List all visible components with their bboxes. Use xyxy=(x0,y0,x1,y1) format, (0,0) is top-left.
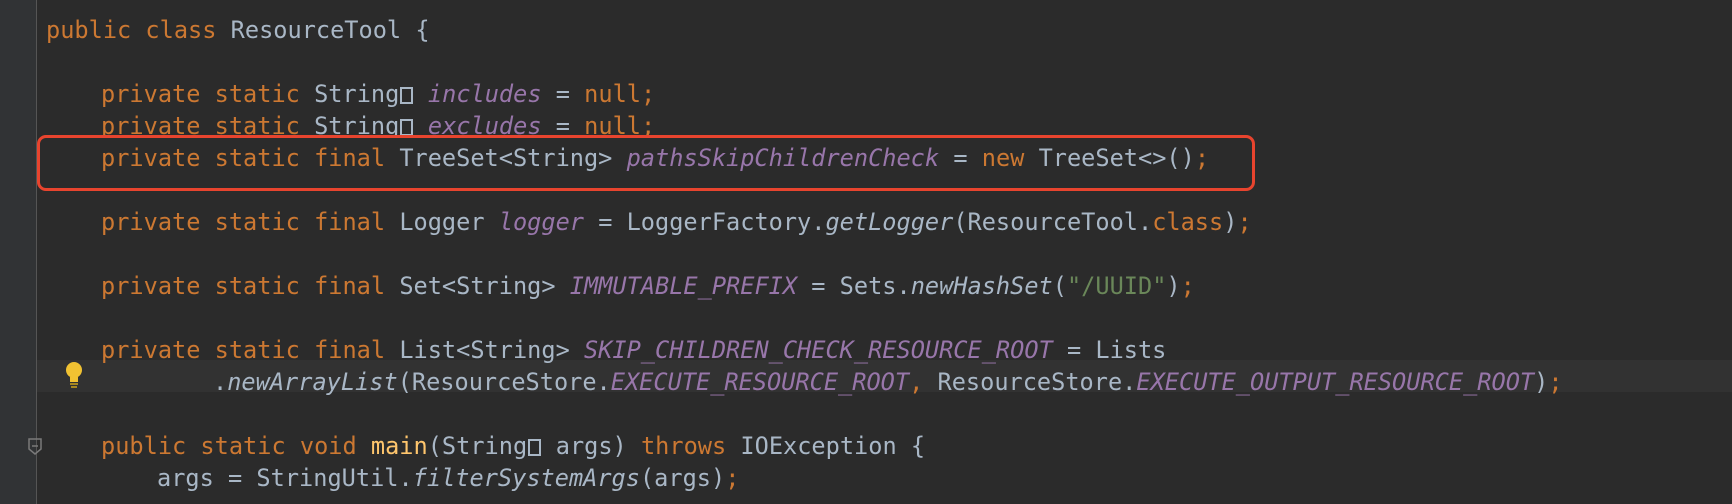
code-token: , xyxy=(909,368,938,396)
code-token: = Sets. xyxy=(797,272,911,300)
code-token: ; xyxy=(725,464,740,492)
code-token: . xyxy=(213,368,228,396)
editor-gutter[interactable] xyxy=(0,0,36,504)
code-token: null xyxy=(584,112,641,136)
code-token: ( xyxy=(1052,272,1067,300)
code-line[interactable]: public class ResourceTool { xyxy=(46,14,430,46)
code-token: String xyxy=(314,80,400,108)
code-token: IMMUTABLE_PREFIX xyxy=(569,272,798,300)
code-token: ; xyxy=(641,80,656,108)
code-token: ; xyxy=(1237,208,1252,236)
array-brackets-glyph xyxy=(400,118,413,136)
code-token: public class xyxy=(46,16,231,44)
code-token: private static xyxy=(101,112,315,136)
code-token: = Lists xyxy=(1052,336,1167,364)
code-token: newArrayList xyxy=(227,368,398,396)
code-token: private static final xyxy=(101,208,400,236)
code-token: "/UUID" xyxy=(1066,272,1167,300)
code-token: (String xyxy=(427,432,528,460)
code-token: = LoggerFactory. xyxy=(583,208,826,236)
code-token: ; xyxy=(1548,368,1563,396)
code-token: ResourceStore. xyxy=(937,368,1137,396)
code-token: newHashSet xyxy=(910,272,1053,300)
code-line[interactable]: private static String includes = null; xyxy=(101,78,655,110)
code-token: ) xyxy=(1166,272,1181,300)
code-line[interactable]: .newArrayList(ResourceStore.EXECUTE_RESO… xyxy=(213,366,1563,398)
lightbulb-icon[interactable] xyxy=(63,359,85,389)
code-token: private static final xyxy=(101,336,400,364)
code-token: throws xyxy=(640,432,741,460)
code-token: public static void xyxy=(101,432,371,460)
code-token: ; xyxy=(1180,272,1195,300)
code-token: EXECUTE_OUTPUT_RESOURCE_ROOT xyxy=(1136,368,1535,396)
code-line[interactable]: public static void main(String args) thr… xyxy=(101,430,925,462)
code-token: null xyxy=(584,80,641,108)
code-line[interactable]: private static final Logger logger = Log… xyxy=(101,206,1252,238)
code-token: = xyxy=(541,80,585,108)
code-token: (args) xyxy=(639,464,726,492)
code-token: logger xyxy=(498,208,584,236)
code-token: ; xyxy=(641,112,656,136)
code-token: String xyxy=(314,112,400,136)
code-token: args = StringUtil. xyxy=(157,464,413,492)
code-token: Set<String> xyxy=(399,272,570,300)
code-token: IOException { xyxy=(740,432,926,460)
code-line[interactable]: private static final List<String> SKIP_C… xyxy=(101,334,1166,366)
code-token: List<String> xyxy=(399,336,584,364)
code-token: (ResourceTool. xyxy=(953,208,1153,236)
code-line[interactable]: args = StringUtil.filterSystemArgs(args)… xyxy=(157,462,739,494)
code-token: private static final xyxy=(101,272,400,300)
code-token: class xyxy=(1152,208,1224,236)
code-token: ResourceTool { xyxy=(230,16,430,44)
code-token: EXECUTE_RESOURCE_ROOT xyxy=(610,368,910,396)
code-token: ) xyxy=(1223,208,1238,236)
code-token: = xyxy=(541,112,585,136)
code-token: main xyxy=(370,432,428,460)
array-brackets-glyph xyxy=(400,86,413,104)
code-token: getLogger xyxy=(825,208,954,236)
code-line[interactable]: private static final Set<String> IMMUTAB… xyxy=(101,270,1195,302)
code-token: private static xyxy=(101,80,315,108)
gutter-divider xyxy=(36,0,37,504)
code-editor[interactable]: public class ResourceTool { private stat… xyxy=(0,0,1732,504)
code-token: (ResourceStore. xyxy=(397,368,611,396)
code-token: args) xyxy=(541,432,641,460)
array-brackets-glyph xyxy=(527,438,541,456)
code-token: excludes xyxy=(427,112,542,136)
code-line[interactable]: private static String excludes = null; xyxy=(101,110,655,136)
code-token: ) xyxy=(1534,368,1549,396)
highlight-annotation-box xyxy=(37,135,1255,191)
fold-collapse-icon[interactable] xyxy=(27,437,43,457)
code-token: filterSystemArgs xyxy=(412,464,640,492)
code-token: includes xyxy=(427,80,542,108)
code-token: SKIP_CHILDREN_CHECK_RESOURCE_ROOT xyxy=(583,336,1053,364)
code-token: Logger xyxy=(399,208,499,236)
